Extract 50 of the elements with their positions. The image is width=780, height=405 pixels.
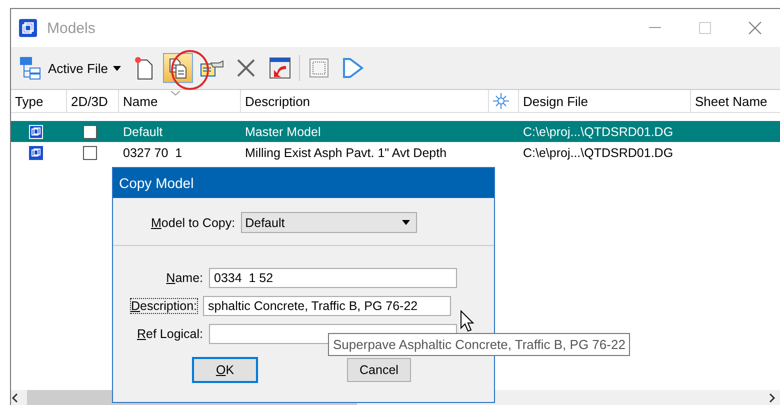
description-field[interactable]: sphaltic Concrete, Traffic B, PG 76-22 [203, 296, 452, 316]
model-description: Master Model [245, 124, 321, 138]
source-dropdown[interactable]: Active File [15, 56, 125, 80]
column-header-icon-cell[interactable] [489, 90, 519, 113]
column-header[interactable]: Design File [519, 90, 691, 113]
table-row[interactable]: Default Master Model C:\e\proj...\QTDSRD01.DG [11, 121, 780, 142]
tree-icon [19, 56, 43, 80]
copy-documents-icon [166, 57, 189, 79]
scroll-right-icon [768, 393, 776, 403]
dialog-title: Copy Model [113, 168, 494, 198]
model-icon [29, 146, 43, 160]
checkbox[interactable] [83, 146, 97, 160]
model-name: Default [123, 124, 163, 138]
dotted-rectangle-icon [308, 57, 330, 79]
cancel-button[interactable]: Cancel [347, 358, 411, 382]
field-label: Name: [165, 271, 203, 285]
model-dropdown[interactable]: Default [241, 212, 418, 233]
field-label: Ref Logical: [136, 327, 203, 341]
minimize-icon [649, 27, 661, 29]
funnel-icon [340, 56, 365, 80]
close-icon [748, 21, 762, 35]
delete-icon [234, 57, 257, 79]
sparkle-icon [493, 93, 509, 109]
field-label: Description: [131, 299, 198, 313]
caret-icon [402, 220, 410, 225]
copy-button[interactable] [162, 53, 193, 83]
name-field[interactable]: 0334 1 52 [209, 268, 457, 288]
model-icon [29, 124, 43, 138]
column-header[interactable]: 2D/3D [67, 90, 119, 113]
caret-icon [112, 66, 121, 70]
field-label: Model to Copy: [151, 216, 236, 230]
ok-button[interactable]: OK [193, 358, 257, 382]
highlight-ring [170, 49, 210, 91]
pointer-icon [460, 310, 474, 332]
tooltip: Superpave Asphaltic Concrete, Traffic B, PG 76-22 [328, 333, 630, 356]
column-header[interactable]: Name [119, 90, 241, 113]
new-document-icon [132, 56, 155, 80]
column-header[interactable]: Sheet Name [691, 90, 780, 113]
column-header[interactable]: Description [241, 90, 489, 113]
model-name: 0327 70 1 [123, 146, 182, 160]
design-file: C:\e\proj...\QTDSRD01.DG [523, 146, 674, 160]
window-title: Models [47, 20, 96, 36]
app-icon [19, 19, 37, 37]
column-header[interactable]: Type [11, 90, 67, 113]
design-file: C:\e\proj...\QTDSRD01.DG [523, 124, 674, 138]
model-description: Milling Exist Asph Pavt. 1" Avt Depth [245, 146, 447, 160]
scroll-left-icon [11, 393, 19, 403]
checkbox[interactable] [83, 124, 97, 138]
sort-caret-icon [171, 91, 180, 96]
maximize-icon [699, 22, 711, 34]
